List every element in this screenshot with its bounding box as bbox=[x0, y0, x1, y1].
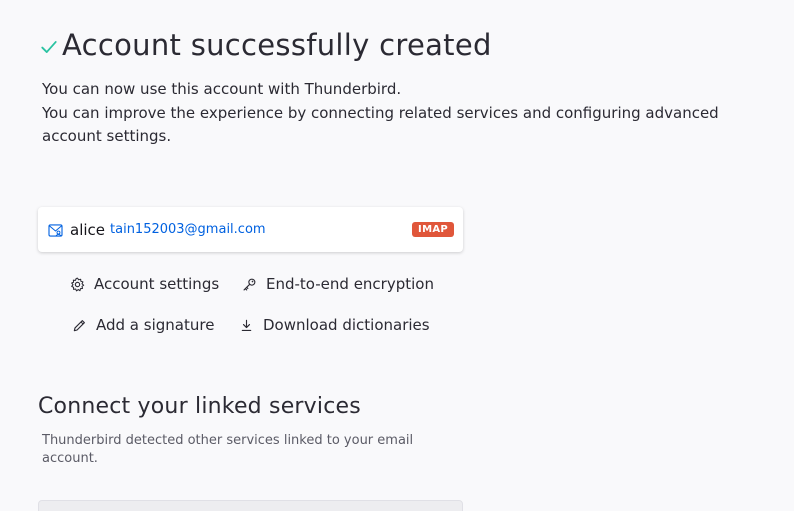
success-header: Account successfully created bbox=[40, 28, 492, 62]
account-type-badge: IMAP bbox=[412, 222, 454, 237]
download-dictionaries-button[interactable]: Download dictionaries bbox=[239, 316, 430, 334]
account-email: tain152003@gmail.com bbox=[110, 222, 266, 237]
pencil-icon bbox=[73, 319, 85, 331]
account-settings-button[interactable]: Account settings bbox=[70, 275, 219, 293]
page-title: Account successfully created bbox=[62, 28, 492, 62]
download-icon bbox=[241, 319, 252, 331]
download-dictionaries-label: Download dictionaries bbox=[263, 316, 430, 334]
description-line-1: You can now use this account with Thunde… bbox=[42, 80, 402, 98]
linked-services-title: Connect your linked services bbox=[38, 394, 361, 419]
success-description: You can now use this account with Thunde… bbox=[42, 78, 762, 149]
add-signature-button[interactable]: Add a signature bbox=[72, 316, 214, 334]
account-created-page: Account successfully created You can now… bbox=[0, 0, 794, 511]
add-signature-label: Add a signature bbox=[96, 316, 215, 334]
check-icon bbox=[41, 41, 57, 53]
key-icon bbox=[243, 278, 256, 290]
encryption-label: End-to-end encryption bbox=[266, 275, 434, 293]
account-settings-label: Account settings bbox=[94, 275, 220, 293]
description-line-2: You can improve the experience by connec… bbox=[42, 103, 719, 146]
mail-account-icon bbox=[48, 223, 63, 237]
account-name: alice bbox=[70, 220, 106, 239]
linked-service-card[interactable] bbox=[38, 500, 463, 511]
end-to-end-encryption-button[interactable]: End-to-end encryption bbox=[242, 275, 434, 293]
account-card[interactable]: alice tain152003@gmail.com IMAP bbox=[38, 207, 463, 252]
linked-services-description: Thunderbird detected other services link… bbox=[42, 433, 414, 466]
gear-icon bbox=[71, 277, 85, 291]
